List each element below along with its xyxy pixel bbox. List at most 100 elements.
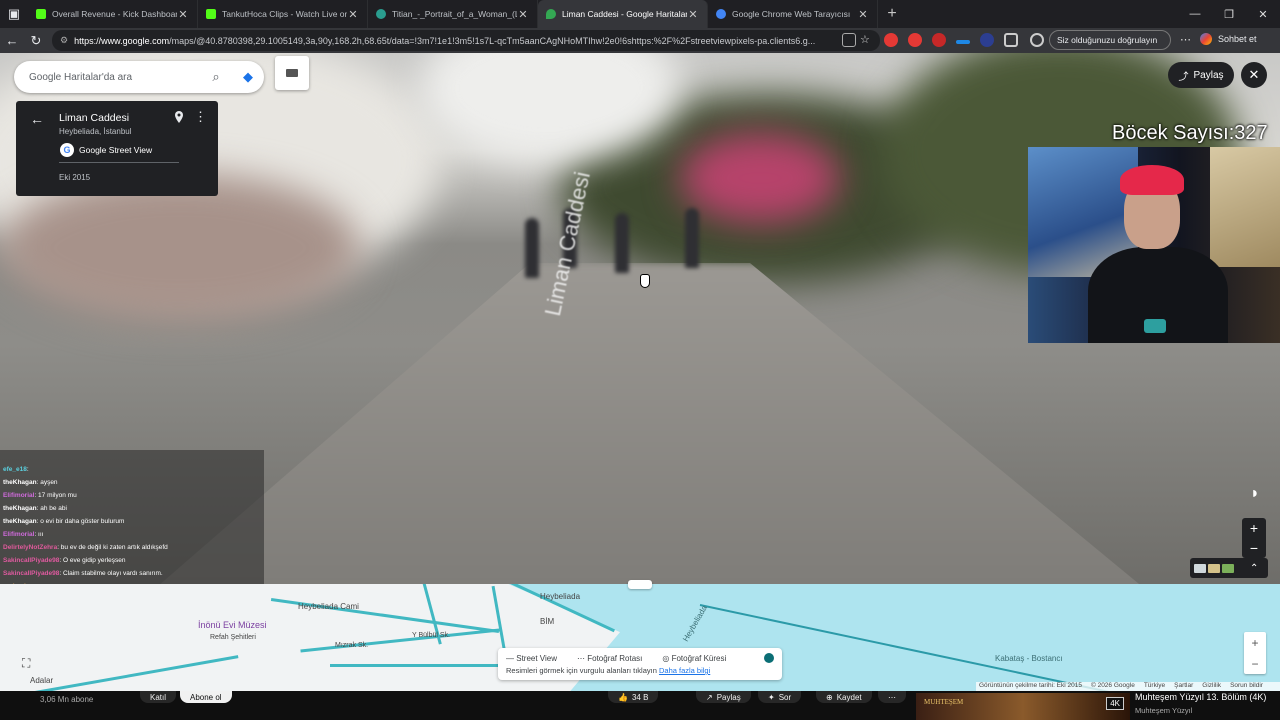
chat-username[interactable]: efe_e18 (3, 466, 27, 473)
more-options-icon[interactable]: ⋮ (194, 109, 207, 125)
thumbnail[interactable] (1222, 563, 1234, 573)
extension-dark-icon[interactable] (980, 33, 994, 47)
close-tab-icon[interactable]: ✕ (857, 8, 869, 21)
recommended-video-thumbnail[interactable]: MUHTEŞEM 4K (916, 693, 1130, 720)
expand-up-icon[interactable]: ⌃ (1250, 563, 1258, 574)
search-placeholder: Google Haritalar'da ara (29, 71, 133, 83)
thumbnail[interactable] (1208, 563, 1220, 573)
tab-kick-clips[interactable]: TankutHoca Clips - Watch Live on ✕ (198, 0, 368, 28)
keyboard-shortcuts-button[interactable] (275, 56, 309, 90)
extension-red-icon[interactable] (884, 33, 898, 47)
site-info-icon[interactable]: ⚙ (60, 35, 68, 46)
chat-text: : o evi bir daha göster bulurum (36, 518, 125, 525)
chat-message: Elifimorial: ııı (3, 528, 264, 541)
place-info-card: ← Liman Caddesi Heybeliada, İstanbul ⋮ G… (16, 101, 218, 196)
tab-kick-dashboard[interactable]: Overall Revenue - Kick Dashboard ✕ (28, 0, 198, 28)
close-street-view-button[interactable]: ✕ (1241, 62, 1267, 88)
chat-username[interactable]: theKhagan (3, 518, 37, 525)
tab-titian-portrait[interactable]: Titian_-_Portrait_of_a_Woman_(La ✕ (368, 0, 538, 28)
reload-icon[interactable]: ↻ (24, 33, 48, 49)
map-label-muze: İnönü Evi Müzesi (198, 620, 267, 630)
map-label-mizrak: Mızrak Sk. (335, 642, 369, 649)
zoom-in-icon[interactable]: + (1250, 520, 1258, 536)
new-tab-button[interactable]: + (878, 0, 906, 28)
subscribe-button[interactable]: Abone ol (180, 691, 232, 703)
like-button[interactable]: 👍 34 B (608, 691, 659, 703)
close-tab-icon[interactable]: ✕ (177, 8, 189, 21)
zoom-in-icon[interactable]: + (1251, 636, 1258, 650)
back-arrow-icon[interactable]: ← (0, 33, 24, 48)
gemini-chat-button[interactable]: Sohbet et (1200, 33, 1257, 45)
chat-username[interactable]: theKhagan (3, 505, 37, 512)
blurred-flowers (680, 133, 840, 223)
map-label-adalar: Adalar (30, 676, 54, 685)
minimap-drag-handle[interactable] (628, 580, 652, 589)
legend-photo-sphere: ◎ Fotoğraf Küresi (662, 654, 727, 663)
capture-date[interactable]: Eki 2015 (59, 173, 90, 182)
chat-username[interactable]: Elifimorial (3, 492, 34, 499)
compass-icon[interactable]: ◗ (1242, 485, 1268, 511)
tab-title: TankutHoca Clips - Watch Live on (222, 9, 347, 19)
attribution-item[interactable]: Sorun bildir (1230, 682, 1263, 691)
legend-toggle[interactable] (764, 653, 774, 663)
location-pin-icon[interactable] (174, 111, 184, 123)
close-tab-icon[interactable]: ✕ (347, 8, 359, 21)
bookmark-star-icon[interactable]: ☆ (860, 33, 874, 47)
directions-icon[interactable]: ◆ (232, 69, 264, 85)
attribution-item[interactable]: Gizlilik (1202, 682, 1221, 691)
search-icon[interactable]: ⌕ (200, 69, 232, 85)
menu-dots-icon[interactable]: ⋯ (1180, 33, 1194, 47)
save-button[interactable]: ⊕ Kaydet (816, 691, 872, 703)
chat-message: theKhagan: ayşen (3, 476, 264, 489)
chat-username[interactable]: SakincallPiyade98 (3, 570, 59, 577)
fullscreen-icon[interactable]: ⛶ (22, 656, 40, 674)
map-label-heybeliada: Heybeliada (540, 592, 581, 601)
zoom-controls: + − (1242, 518, 1266, 558)
zoom-out-icon[interactable]: − (1250, 540, 1258, 556)
close-tab-icon[interactable]: ✕ (517, 8, 529, 21)
address-bar[interactable]: ⚙ https://www.google.com/maps/@40.878039… (52, 30, 880, 51)
attribution-item[interactable]: Şartlar (1174, 682, 1193, 691)
close-tab-icon[interactable]: ✕ (687, 8, 699, 21)
close-window-icon[interactable]: ✕ (1246, 0, 1280, 28)
chat-username[interactable]: theKhagan (3, 479, 37, 486)
learn-more-link[interactable]: Daha fazla bilgi (659, 666, 710, 675)
imagery-thumbnails[interactable]: ⌃ (1190, 558, 1268, 578)
extension-blue-icon[interactable] (956, 40, 970, 44)
verify-identity-button[interactable]: Siz olduğunuzu doğrulayın (1049, 30, 1171, 50)
minimize-icon[interactable]: — (1178, 0, 1212, 28)
join-button[interactable]: Katıl (140, 691, 177, 703)
map-label-kabatas: Kabataş - Bostancı (995, 654, 1063, 663)
chat-message: SakincallPiyade98: Claim stabilme olayı … (3, 567, 264, 580)
chat-username[interactable]: Elifimorial (3, 531, 34, 538)
save-label: Kaydet (836, 692, 862, 702)
street-road-surface (150, 263, 1150, 584)
place-name: Liman Caddesi (59, 112, 130, 124)
chat-username[interactable]: DelirtelyNotZehra (3, 544, 57, 551)
attribution-item[interactable]: Türkiye (1144, 682, 1165, 691)
ask-button[interactable]: ✦ Sor (758, 691, 802, 703)
tab-title: Google Chrome Web Tarayıcısı (732, 9, 851, 19)
extension-red3-icon[interactable] (932, 33, 946, 47)
pedestrian (685, 208, 699, 268)
maps-search-box[interactable]: Google Haritalar'da ara ⌕ ◆ (14, 61, 264, 93)
extension-red2-icon[interactable] (908, 33, 922, 47)
tab-search-icon[interactable]: ▣ (0, 0, 28, 28)
tab-chrome-web[interactable]: Google Chrome Web Tarayıcısı ✕ (708, 0, 878, 28)
recommended-video-title[interactable]: Muhteşem Yüzyıl 13. Bölüm (4K) (1135, 692, 1266, 702)
more-actions-button[interactable]: ⋯ (878, 691, 906, 703)
window-controls: — ❐ ✕ (1178, 0, 1280, 28)
share-button[interactable]: ↗ Paylaş (696, 691, 751, 703)
tab-google-maps[interactable]: Liman Caddesi - Google Haritalar ✕ (538, 0, 708, 28)
zoom-out-icon[interactable]: − (1251, 657, 1258, 671)
chat-username[interactable]: SakincallPiyade98 (3, 557, 59, 564)
profile-settings-icon[interactable] (1030, 33, 1044, 47)
map-label-heybeliada-road: Heybeliada (681, 603, 709, 644)
back-arrow-icon[interactable]: ← (30, 111, 44, 127)
install-app-icon[interactable] (842, 33, 856, 47)
share-button[interactable]: ⤴ Paylaş (1168, 62, 1234, 88)
recommended-video-channel[interactable]: Muhteşem Yüzyıl (1135, 706, 1192, 715)
thumbnail[interactable] (1194, 563, 1206, 573)
extensions-puzzle-icon[interactable] (1004, 33, 1018, 47)
maximize-icon[interactable]: ❐ (1212, 0, 1246, 28)
